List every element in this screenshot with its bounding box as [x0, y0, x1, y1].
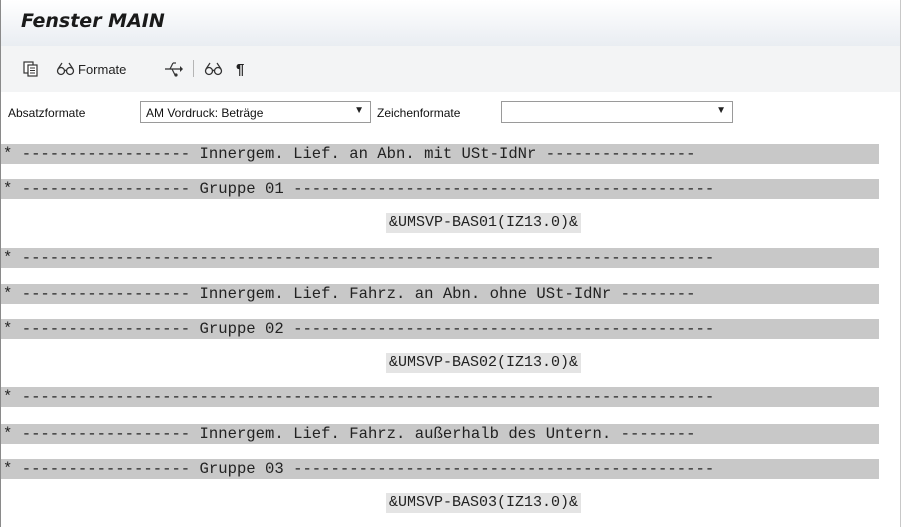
paragraph-mark-button[interactable]: ¶ — [236, 59, 244, 79]
paragraph-format-value: AM Vordruck: Beträge — [146, 106, 264, 120]
formats-label: Formate — [78, 61, 127, 77]
editor-line-comment[interactable]: * ------------------ Gruppe 03 ---------… — [1, 459, 879, 479]
editor-line-text: * ------------------ Innergem. Lief. Fah… — [3, 285, 696, 303]
formats-button[interactable]: Formate — [56, 59, 126, 79]
editor-toolbar: Formate ¶ — [1, 46, 900, 93]
editor-line-text: * ------------------ Innergem. Lief. an … — [3, 145, 696, 163]
view-button[interactable] — [204, 59, 224, 79]
editor-line-text: * ------------------ Innergem. Lief. Fah… — [3, 425, 696, 443]
chevron-down-icon[interactable]: ▼ — [354, 105, 364, 116]
copy-icon — [23, 61, 38, 77]
format-bar: Absatzformate AM Vordruck: Beträge ▼ Zei… — [1, 92, 900, 135]
editor-line-comment[interactable]: * ------------------ Innergem. Lief. Fah… — [1, 424, 879, 444]
toolbar-separator — [193, 60, 194, 77]
copy-button[interactable] — [23, 59, 39, 79]
paragraph-format-label: Absatzformate — [8, 106, 86, 120]
title-bar: Fenster MAIN — [1, 0, 900, 47]
text-editor[interactable]: * ------------------ Innergem. Lief. an … — [1, 134, 900, 527]
paragraph-format-select[interactable]: AM Vordruck: Beträge ▼ — [140, 101, 371, 123]
char-format-label: Zeichenformate — [377, 106, 461, 120]
editor-line-variable[interactable]: &UMSVP-BAS03(IZ13.0)& — [1, 493, 879, 513]
editor-line-text: &UMSVP-BAS01(IZ13.0)& — [386, 213, 582, 233]
editor-line-comment[interactable]: * --------------------------------------… — [1, 248, 879, 268]
sapscript-window-editor: Fenster MAIN Formate ¶ Absatzformate AM … — [0, 0, 901, 527]
editor-line-text: * ------------------ Gruppe 01 ---------… — [3, 180, 715, 198]
glasses-icon — [204, 62, 223, 76]
char-format-select[interactable]: ▼ — [501, 101, 733, 123]
chevron-down-icon[interactable]: ▼ — [716, 105, 726, 116]
editor-line-variable[interactable]: &UMSVP-BAS01(IZ13.0)& — [1, 213, 879, 233]
editor-line-comment[interactable]: * ------------------ Gruppe 01 ---------… — [1, 179, 879, 199]
editor-line-text: * --------------------------------------… — [3, 249, 715, 267]
editor-line-comment[interactable]: * ------------------ Innergem. Lief. an … — [1, 144, 879, 164]
window-title: Fenster MAIN — [21, 10, 165, 32]
editor-line-comment[interactable]: * ------------------ Innergem. Lief. Fah… — [1, 284, 879, 304]
editor-line-text: &UMSVP-BAS02(IZ13.0)& — [386, 353, 582, 373]
editor-line-text: * ------------------ Gruppe 03 ---------… — [3, 460, 715, 478]
editor-line-variable[interactable]: &UMSVP-BAS02(IZ13.0)& — [1, 353, 879, 373]
editor-line-comment[interactable]: * --------------------------------------… — [1, 387, 879, 407]
usb-transfer-icon — [165, 62, 183, 77]
editor-line-text: * --------------------------------------… — [3, 388, 715, 406]
glasses-icon — [56, 62, 75, 76]
editor-line-text: &UMSVP-BAS03(IZ13.0)& — [386, 493, 582, 513]
editor-line-comment[interactable]: * ------------------ Gruppe 02 ---------… — [1, 319, 879, 339]
editor-line-text: * ------------------ Gruppe 02 ---------… — [3, 320, 715, 338]
transfer-button[interactable] — [163, 59, 183, 79]
